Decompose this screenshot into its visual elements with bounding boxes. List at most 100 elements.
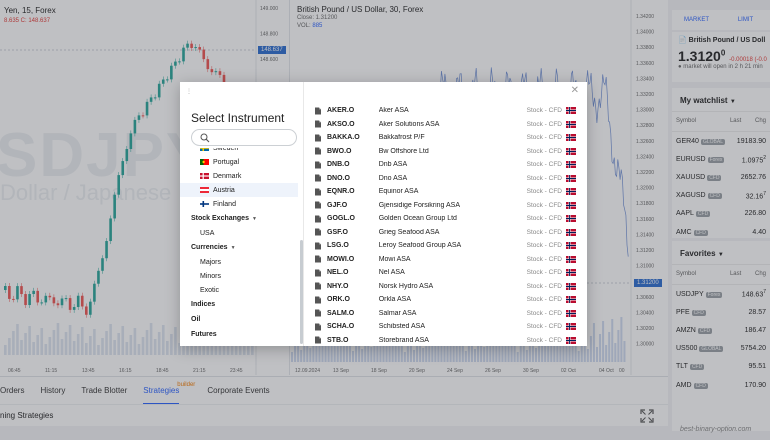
fi-flag-icon <box>200 201 209 207</box>
category-oil[interactable]: Oil <box>180 312 298 327</box>
instrument-row[interactable]: AKSO.O Aker Solutions ASA Stock - CFD <box>314 118 576 132</box>
category-column: Select Instrument Sweden Portugal Denmark A… <box>180 82 304 346</box>
instrument-row[interactable]: DNB.O Dnb ASA Stock - CFD <box>314 158 576 172</box>
instrument-type: Stock - CFD <box>526 120 563 128</box>
instrument-row[interactable]: GOGL.O Golden Ocean Group Ltd Stock - CFD <box>314 212 576 226</box>
document-icon <box>315 228 321 236</box>
at-flag-icon <box>200 187 209 193</box>
instrument-name: Storebrand ASA <box>378 336 429 344</box>
document-icon <box>315 174 321 182</box>
close-icon[interactable]: ✕ <box>571 85 579 96</box>
document-icon <box>315 134 321 142</box>
instrument-type: Stock - CFD <box>526 282 563 290</box>
instrument-name: Dnb ASA <box>378 161 408 169</box>
category-exotic[interactable]: Exotic <box>180 283 298 297</box>
instrument-code: GSF.O <box>327 228 349 236</box>
country-finland[interactable]: Finland <box>180 197 298 211</box>
norway-flag-icon <box>566 228 576 236</box>
instrument-code: SALM.O <box>327 309 355 317</box>
stock-exchanges-header[interactable]: Stock Exchanges ▼ <box>180 211 298 226</box>
instrument-type: Stock - CFD <box>526 174 563 182</box>
country-portugal[interactable]: Portugal <box>180 155 298 169</box>
document-icon <box>315 120 321 128</box>
instrument-name: Nel ASA <box>378 269 405 277</box>
category-majors[interactable]: Majors <box>180 255 298 269</box>
document-icon <box>315 161 321 169</box>
document-icon <box>315 107 321 115</box>
instrument-type: Stock - CFD <box>526 188 563 196</box>
instrument-type: Stock - CFD <box>526 255 563 263</box>
norway-flag-icon <box>566 107 576 115</box>
category-usa[interactable]: USA <box>180 226 298 240</box>
category-scrollbar[interactable] <box>300 240 303 344</box>
instrument-row[interactable]: ORK.O Orkla ASA Stock - CFD <box>314 293 576 307</box>
instrument-row[interactable]: LSG.O Leroy Seafood Group ASA Stock - CFD <box>314 239 576 253</box>
currencies-header[interactable]: Currencies ▼ <box>180 240 298 255</box>
norway-flag-icon <box>566 323 576 331</box>
instrument-type: Stock - CFD <box>526 323 563 331</box>
instrument-row[interactable]: SALM.O Salmar ASA Stock - CFD <box>314 307 576 321</box>
instrument-row[interactable]: GJF.O Gjensidige Forsikring ASA Stock - CF… <box>314 199 576 213</box>
dialog-title: Select Instrument <box>191 111 285 125</box>
instrument-row[interactable]: BAKKA.O Bakkafrost P/F Stock - CFD <box>314 131 576 145</box>
instrument-type: Stock - CFD <box>526 147 563 155</box>
country-austria[interactable]: Austria <box>180 183 298 197</box>
instrument-code: LSG.O <box>327 242 349 250</box>
dk-flag-icon <box>200 173 209 179</box>
instrument-row[interactable]: STB.O Storebrand ASA Stock - CFD <box>314 334 576 347</box>
instrument-name: Orkla ASA <box>378 296 411 304</box>
chevron-down-icon: ▼ <box>251 215 257 222</box>
norway-flag-icon <box>566 147 576 155</box>
instrument-code: DNB.O <box>327 161 350 169</box>
search-input[interactable] <box>214 132 292 143</box>
instrument-code: EQNR.O <box>327 188 355 196</box>
norway-flag-icon <box>566 174 576 182</box>
category-futures[interactable]: Futures <box>180 327 298 342</box>
document-icon <box>315 242 321 250</box>
instrument-type: Stock - CFD <box>526 215 563 223</box>
instrument-row[interactable]: DNO.O Dno ASA Stock - CFD <box>314 172 576 186</box>
instrument-name: Leroy Seafood Group ASA <box>378 242 462 250</box>
norway-flag-icon <box>566 336 576 344</box>
instrument-row[interactable]: SCHA.O Schibsted ASA Stock - CFD <box>314 320 576 334</box>
instrument-row[interactable]: NHY.O Norsk Hydro ASA Stock - CFD <box>314 280 576 294</box>
instrument-code: AKER.O <box>327 107 355 115</box>
country-denmark[interactable]: Denmark <box>180 169 298 183</box>
instrument-code: AKSO.O <box>327 120 355 128</box>
norway-flag-icon <box>566 201 576 209</box>
instrument-code: NHY.O <box>327 282 349 290</box>
norway-flag-icon <box>566 134 576 142</box>
norway-flag-icon <box>566 120 576 128</box>
document-icon <box>315 323 321 331</box>
country-label: Sweden <box>213 148 239 152</box>
pt-flag-icon <box>200 159 209 165</box>
category-minors[interactable]: Minors <box>180 269 298 283</box>
instrument-code: GOGL.O <box>327 215 355 223</box>
document-icon <box>315 282 321 290</box>
document-icon <box>315 309 321 317</box>
se-flag-icon <box>200 148 209 151</box>
instrument-code: DNO.O <box>327 174 350 182</box>
instrument-row[interactable]: NEL.O Nel ASA Stock - CFD <box>314 266 576 280</box>
instrument-name: Bakkafrost P/F <box>378 134 425 142</box>
instrument-type: Stock - CFD <box>526 309 563 317</box>
instrument-name: Bw Offshore Ltd <box>378 147 429 155</box>
document-icon <box>315 296 321 304</box>
instrument-name: Aker ASA <box>378 107 409 115</box>
instrument-row[interactable]: BWO.O Bw Offshore Ltd Stock - CFD <box>314 145 576 159</box>
search-icon <box>200 133 210 143</box>
select-instrument-dialog: ⋮ ✕ Select Instrument Sweden Portugal Denm… <box>180 82 587 346</box>
document-icon <box>315 188 321 196</box>
instrument-code: MOWI.O <box>327 255 355 263</box>
instrument-code: GJF.O <box>327 201 348 209</box>
country-sweden[interactable]: Sweden <box>180 148 298 155</box>
instrument-row[interactable]: MOWI.O Mowi ASA Stock - CFD <box>314 253 576 267</box>
category-indices[interactable]: Indices <box>180 297 298 312</box>
instrument-row[interactable]: AKER.O Aker ASA Stock - CFD <box>314 104 576 118</box>
instrument-row[interactable]: GSF.O Grieg Seafood ASA Stock - CFD <box>314 226 576 240</box>
document-icon <box>315 269 321 277</box>
norway-flag-icon <box>566 269 576 277</box>
instrument-name: Salmar ASA <box>378 309 417 317</box>
instrument-row[interactable]: EQNR.O Equinor ASA Stock - CFD <box>314 185 576 199</box>
search-field[interactable] <box>191 129 297 146</box>
